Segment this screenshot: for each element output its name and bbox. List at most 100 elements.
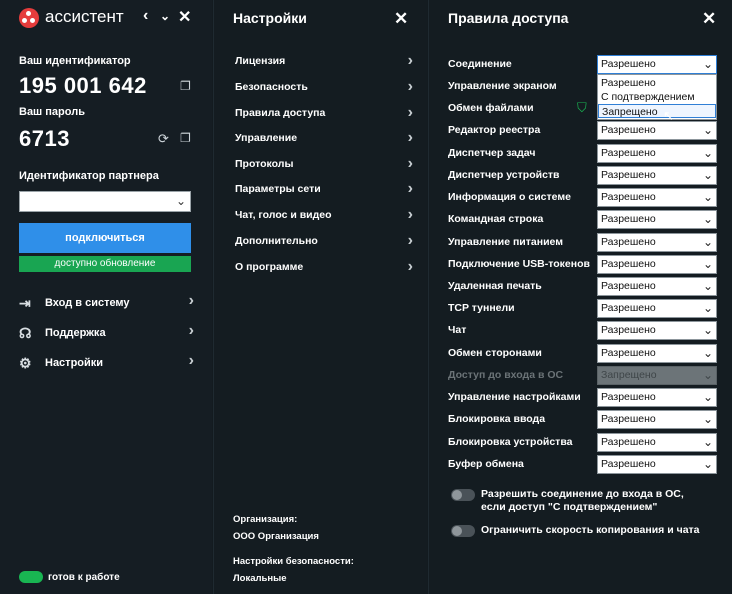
rule-select[interactable]: Разрешено ⌄ (597, 321, 717, 340)
rule-label: Управление экраном (448, 80, 557, 92)
chevron-right-icon: › (407, 129, 413, 146)
nav-support-label: Поддержка (45, 327, 106, 339)
app-name: ассистент (45, 7, 124, 26)
back-icon[interactable]: ‹ (143, 7, 148, 25)
option-label: Ограничить скорость копирования и чата (481, 524, 700, 536)
rule-select-value: Разрешено (601, 58, 656, 70)
copy-password-icon[interactable]: ❐ (180, 131, 191, 145)
dropdown-option[interactable]: Разрешено (598, 76, 716, 90)
rule-select[interactable]: Разрешено ⌄ (597, 388, 717, 407)
settings-item-label: Параметры сети (235, 183, 321, 195)
rule-select-value: Разрешено (601, 258, 656, 270)
chevron-right-icon: › (188, 322, 194, 339)
chevron-down-icon: ⌄ (702, 257, 713, 271)
settings-item-network[interactable]: Параметры сети › (235, 180, 413, 203)
status-indicator (19, 571, 43, 583)
rule-label: Блокировка ввода (448, 413, 546, 425)
settings-item-label: Управление (235, 132, 298, 144)
chevron-down-icon[interactable]: ⌄ (160, 9, 170, 23)
dropdown-option[interactable]: С подтверждением (598, 90, 716, 104)
status-label: готов к работе (48, 572, 120, 583)
nav-settings[interactable]: ⚙ Настройки › (19, 352, 194, 374)
rule-select-connection[interactable]: Разрешено ⌄ (597, 55, 717, 74)
settings-item-security[interactable]: Безопасность › (235, 78, 413, 101)
rule-select-value: Разрешено (601, 436, 656, 448)
settings-item-protocols[interactable]: Протоколы › (235, 155, 413, 178)
settings-item-about[interactable]: О программе › (235, 258, 413, 281)
rule-select[interactable]: Разрешено ⌄ (597, 188, 717, 207)
toggle-switch[interactable] (451, 525, 475, 537)
chevron-down-icon: ⌄ (702, 190, 713, 204)
settings-panel: Настройки ✕ Лицензия › Безопасность › Прав… (213, 0, 427, 594)
rule-select[interactable]: Разрешено ⌄ (597, 233, 717, 252)
rule-select[interactable]: Разрешено ⌄ (597, 344, 717, 363)
shield-icon: ⛉ (577, 100, 587, 115)
chevron-down-icon: ⌄ (702, 457, 713, 471)
rule-label: Диспетчер устройств (448, 169, 560, 181)
rule-select-value: Разрешено (601, 302, 656, 314)
chevron-down-icon: ⌄ (702, 279, 713, 293)
chevron-down-icon: ⌄ (702, 435, 713, 449)
settings-item-label: О программе (235, 261, 304, 273)
nav-login[interactable]: ⇥ Вход в систему › (19, 292, 194, 314)
connect-button[interactable]: подключиться (19, 223, 191, 253)
rule-select-value: Разрешено (601, 458, 656, 470)
settings-item-label: Протоколы (235, 158, 294, 170)
rule-select[interactable]: Разрешено ⌄ (597, 166, 717, 185)
rule-label: Удаленная печать (448, 280, 542, 292)
chevron-down-icon: ⌄ (702, 323, 713, 337)
rule-select-value: Разрешено (601, 324, 656, 336)
rule-select[interactable]: Разрешено ⌄ (597, 144, 717, 163)
rule-select[interactable]: Разрешено ⌄ (597, 455, 717, 474)
rule-select[interactable]: Разрешено ⌄ (597, 277, 717, 296)
copy-icon[interactable]: ❐ (180, 79, 191, 93)
headset-icon: ☊ (19, 325, 32, 341)
chevron-down-icon[interactable]: ⌄ (176, 194, 186, 208)
chevron-right-icon: › (407, 52, 413, 69)
toggle-switch[interactable] (451, 489, 475, 501)
access-title: Правила доступа (448, 10, 569, 26)
rule-dropdown-list[interactable]: Разрешено С подтверждением Запрещено (597, 74, 717, 120)
rule-select[interactable]: Разрешено ⌄ (597, 121, 717, 140)
rule-label: Информация о системе (448, 191, 571, 203)
rule-label: Подключение USB-токенов (448, 258, 590, 270)
rule-select[interactable]: Разрешено ⌄ (597, 210, 717, 229)
chevron-right-icon: › (407, 232, 413, 249)
org-label: Организация: (233, 514, 298, 525)
rule-label: Обмен сторонами (448, 347, 542, 359)
chevron-down-icon: ⌄ (702, 57, 713, 71)
password-value: 6713 (19, 126, 70, 151)
nav-settings-label: Настройки (45, 357, 104, 369)
rule-select[interactable]: Разрешено ⌄ (597, 299, 717, 318)
settings-item-management[interactable]: Управление › (235, 129, 413, 152)
rule-select-value: Разрешено (601, 391, 656, 403)
nav-support[interactable]: ☊ Поддержка › (19, 322, 194, 344)
close-icon[interactable]: ✕ (702, 9, 716, 29)
rule-select[interactable]: Разрешено ⌄ (597, 255, 717, 274)
close-icon[interactable]: ✕ (178, 7, 191, 27)
rule-label: Редактор реестра (448, 124, 541, 136)
settings-item-chat-voice-video[interactable]: Чат, голос и видео › (235, 206, 413, 229)
settings-item-access-rules[interactable]: Правила доступа › (235, 104, 413, 127)
settings-item-license[interactable]: Лицензия › (235, 52, 413, 75)
close-icon[interactable]: ✕ (394, 9, 408, 29)
chevron-down-icon: ⌄ (702, 168, 713, 182)
chevron-down-icon: ⌄ (702, 301, 713, 315)
rule-select-value: Запрещено (601, 369, 657, 381)
rule-select[interactable]: Разрешено ⌄ (597, 410, 717, 429)
partner-id-input[interactable]: ⌄ (19, 191, 191, 212)
rule-select-disabled: Запрещено ⌄ (597, 366, 717, 385)
partner-label: Идентификатор партнера (19, 170, 159, 182)
chevron-right-icon: › (407, 206, 413, 223)
dropdown-option-highlighted[interactable]: Запрещено (598, 104, 716, 118)
rule-select[interactable]: Разрешено ⌄ (597, 433, 717, 452)
settings-item-advanced[interactable]: Дополнительно › (235, 232, 413, 255)
main-panel: ассистент ‹ ⌄ ✕ Ваш идентификатор 195 00… (0, 0, 212, 594)
chevron-right-icon: › (407, 180, 413, 197)
chevron-down-icon: ⌄ (702, 368, 713, 382)
chevron-right-icon: › (407, 258, 413, 275)
refresh-icon[interactable]: ⟳ (158, 131, 169, 147)
rule-label: Обмен файлами (448, 102, 534, 114)
update-available-button[interactable]: доступно обновление (19, 256, 191, 272)
security-settings-label: Настройки безопасности: (233, 556, 354, 567)
